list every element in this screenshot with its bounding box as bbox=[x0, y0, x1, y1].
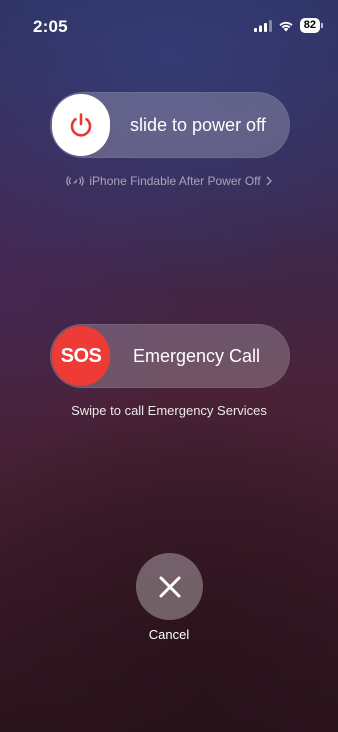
close-icon bbox=[159, 576, 180, 597]
sos-label: SOS bbox=[60, 344, 102, 367]
chevron-right-icon bbox=[266, 176, 272, 186]
battery-icon: 82 bbox=[299, 18, 324, 33]
emergency-call-label: Emergency Call bbox=[133, 345, 261, 366]
power-icon bbox=[70, 113, 92, 137]
wifi-icon bbox=[279, 21, 293, 31]
sos-hint-text: Swipe to call Emergency Services bbox=[71, 403, 267, 418]
emergency-call-slider[interactable]: SOS Emergency Call bbox=[50, 324, 290, 388]
cancel-button[interactable] bbox=[136, 553, 203, 620]
find-my-icon bbox=[66, 176, 85, 186]
power-slider-knob[interactable] bbox=[52, 94, 110, 156]
power-off-slider[interactable]: slide to power off bbox=[50, 92, 290, 158]
status-time: 2:05 bbox=[33, 17, 68, 36]
signal-icon bbox=[253, 19, 272, 32]
status-bar: 2:05 82 bbox=[0, 0, 338, 50]
power-slider-label: slide to power off bbox=[130, 114, 266, 135]
status-icons: 82 bbox=[253, 18, 324, 33]
findable-link[interactable]: iPhone Findable After Power Off bbox=[0, 174, 338, 188]
sos-slider-knob[interactable]: SOS bbox=[52, 326, 110, 386]
findable-text: iPhone Findable After Power Off bbox=[89, 174, 261, 188]
cancel-label: Cancel bbox=[148, 627, 190, 642]
